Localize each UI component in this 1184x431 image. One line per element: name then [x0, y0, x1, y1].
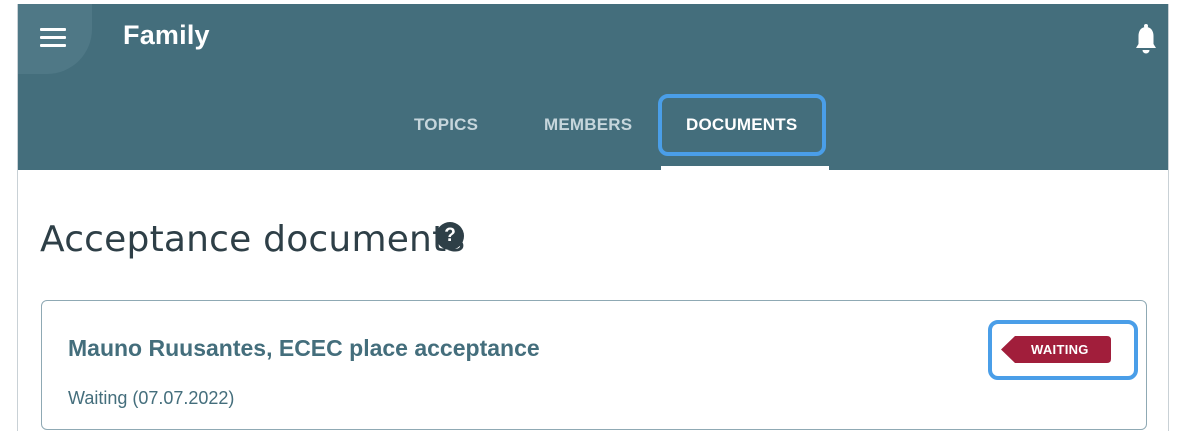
active-tab-indicator — [661, 166, 829, 170]
help-icon[interactable]: ? — [436, 222, 464, 250]
document-title[interactable]: Mauno Ruusantes, ECEC place acceptance — [68, 335, 540, 362]
tab-bar: TOPICS MEMBERS DOCUMENTS — [18, 104, 1168, 170]
tab-members[interactable]: MEMBERS — [544, 115, 632, 135]
highlight-documents-tab — [658, 94, 826, 156]
menu-button[interactable] — [18, 4, 92, 74]
document-status-text: Waiting (07.07.2022) — [68, 388, 235, 408]
hamburger-menu-icon — [40, 28, 66, 48]
document-card[interactable]: Mauno Ruusantes, ECEC place acceptance W… — [41, 300, 1147, 430]
highlight-status-badge — [988, 320, 1138, 380]
app-title: Family — [123, 20, 210, 50]
bell-icon[interactable] — [1134, 24, 1158, 58]
app-frame: Family TOPICS MEMBERS DOCUMENTS Acceptan… — [17, 4, 1169, 431]
app-header: Family TOPICS MEMBERS DOCUMENTS — [18, 4, 1168, 170]
section-title: Acceptance documents — [40, 219, 466, 260]
tab-topics[interactable]: TOPICS — [414, 115, 478, 135]
